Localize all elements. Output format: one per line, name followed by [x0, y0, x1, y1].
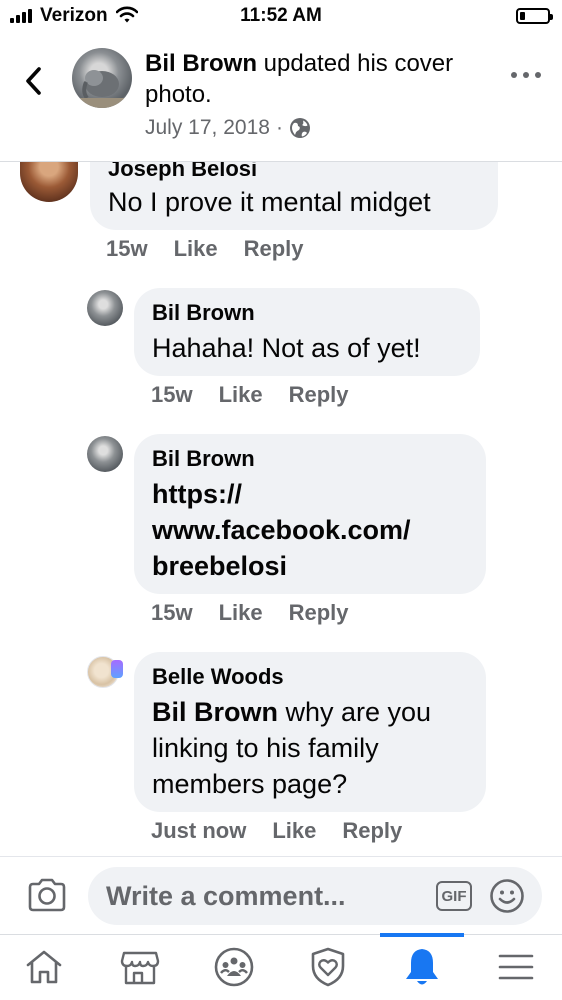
poster-avatar[interactable]: [72, 48, 132, 108]
like-button[interactable]: Like: [174, 236, 218, 262]
comment-composer: GIF: [0, 856, 562, 934]
more-options-icon[interactable]: [511, 72, 541, 82]
like-button[interactable]: Like: [272, 818, 316, 844]
comment-time[interactable]: 15w: [106, 236, 148, 262]
comment-bubble: Belle Woods Bil Brown why are you linkin…: [134, 652, 486, 812]
commenter-avatar[interactable]: [87, 290, 123, 326]
comment-text-line: why are you: [278, 697, 432, 727]
comment-link[interactable]: https:// www.facebook.com/ breebelosi: [152, 476, 468, 584]
comment-author[interactable]: Bil Brown: [152, 300, 462, 326]
status-badge: [111, 660, 123, 678]
comment-text-line: linking to his family: [152, 733, 379, 763]
menu-icon[interactable]: [494, 945, 538, 989]
clock: 11:52 AM: [240, 5, 322, 26]
back-icon[interactable]: [22, 64, 48, 98]
meta-separator: ·: [275, 116, 283, 139]
link-line: https://: [152, 479, 242, 509]
comment-bubble: Joseph Belosi No I prove it mental midge…: [90, 162, 498, 230]
comment-actions: 15w Like Reply: [151, 600, 349, 626]
commenter-avatar[interactable]: [87, 436, 123, 472]
commenter-avatar[interactable]: [20, 162, 78, 202]
comment-bubble: Bil Brown Hahaha! Not as of yet!: [134, 288, 480, 376]
status-bar: Verizon 11:52 AM: [0, 0, 562, 34]
battery-icon: [516, 8, 553, 24]
comment-text: Bil Brown why are you linking to his fam…: [152, 694, 468, 802]
comment-item: Bil Brown Hahaha! Not as of yet! 15w Lik…: [0, 288, 562, 418]
comment-time[interactable]: 15w: [151, 382, 193, 408]
shield-icon[interactable]: [306, 945, 350, 989]
reply-button[interactable]: Reply: [342, 818, 402, 844]
active-tab-indicator: [380, 933, 464, 937]
link-line: www.facebook.com/: [152, 515, 411, 545]
comment-item: Belle Woods Bil Brown why are you linkin…: [0, 652, 562, 852]
comment-author[interactable]: Belle Woods: [152, 664, 468, 690]
comment-text: No I prove it mental midget: [108, 187, 431, 217]
like-button[interactable]: Like: [219, 600, 263, 626]
link-line: breebelosi: [152, 551, 288, 581]
notifications-icon[interactable]: [400, 945, 444, 989]
post-meta: July 17, 2018 ·: [145, 116, 311, 140]
comment-item: Joseph Belosi No I prove it mental midge…: [0, 162, 562, 272]
comment-time[interactable]: 15w: [151, 600, 193, 626]
home-icon[interactable]: [22, 945, 66, 989]
poster-name[interactable]: Bil Brown: [145, 50, 257, 77]
like-button[interactable]: Like: [219, 382, 263, 408]
comment-actions: 15w Like Reply: [106, 236, 304, 262]
mention-tag[interactable]: Bil Brown: [152, 697, 278, 727]
comment-item: Bil Brown https:// www.facebook.com/ bre…: [0, 434, 562, 630]
battery-level: [520, 12, 525, 20]
post-header: Bil Brown updated his cover photo. July …: [0, 34, 562, 162]
comment-author[interactable]: Bil Brown: [152, 446, 468, 472]
comment-thread: Joseph Belosi No I prove it mental midge…: [0, 162, 562, 852]
emoji-icon[interactable]: [489, 878, 525, 914]
groups-icon[interactable]: [212, 945, 256, 989]
bottom-navigation: [0, 933, 562, 1000]
gif-button[interactable]: GIF: [436, 881, 472, 911]
marketplace-icon[interactable]: [118, 945, 162, 989]
comment-author[interactable]: Joseph Belosi: [108, 162, 480, 182]
comment-actions: Just now Like Reply: [151, 818, 402, 844]
post-date[interactable]: July 17, 2018: [145, 116, 270, 140]
globe-icon: [289, 118, 310, 138]
post-title: Bil Brown updated his cover photo.: [145, 48, 485, 110]
reply-button[interactable]: Reply: [289, 382, 349, 408]
camera-icon[interactable]: [27, 877, 67, 913]
comment-input[interactable]: [88, 867, 542, 925]
comment-text-line: members page?: [152, 769, 348, 799]
comment-text: Hahaha! Not as of yet!: [152, 333, 421, 363]
reply-button[interactable]: Reply: [289, 600, 349, 626]
comment-bubble: Bil Brown https:// www.facebook.com/ bre…: [134, 434, 486, 594]
comment-time[interactable]: Just now: [151, 818, 246, 844]
comment-actions: 15w Like Reply: [151, 382, 349, 408]
reply-button[interactable]: Reply: [244, 236, 304, 262]
